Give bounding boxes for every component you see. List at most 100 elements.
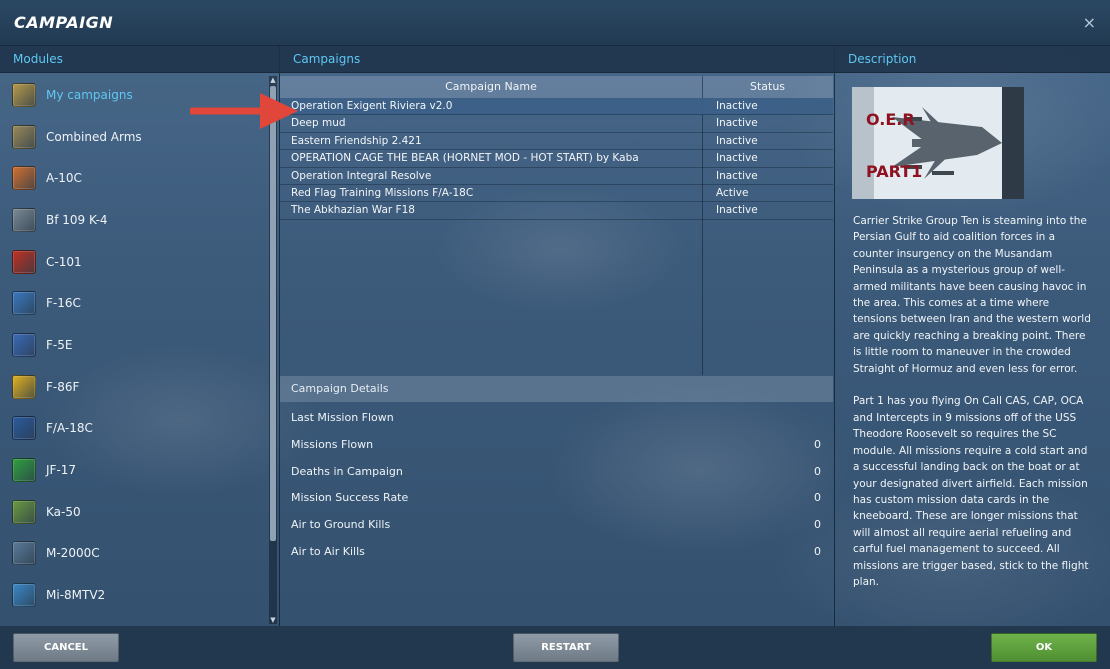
module-label: Bf 109 K-4 <box>46 212 108 227</box>
module-label: A-10C <box>46 171 82 186</box>
restart-button[interactable]: RESTART <box>513 633 619 662</box>
jet-image: O.E.R PART1 <box>852 87 1024 199</box>
modules-list: My campaigns Combined Arms A-10C Bf 109 K-4… <box>0 74 268 626</box>
a10c-icon <box>12 166 36 191</box>
module-label: M-2000C <box>46 546 100 561</box>
description-header: Description <box>835 46 1110 73</box>
fa18c-icon <box>12 416 36 441</box>
campaign-details-header: Campaign Details <box>280 376 833 402</box>
detail-label: Deaths in Campaign <box>291 464 403 478</box>
campaign-row[interactable]: Red Flag Training Missions F/A-18C Active <box>280 185 833 203</box>
module-label: F-86F <box>46 379 80 394</box>
column-header-campaign-name[interactable]: Campaign Name <box>280 76 702 98</box>
detail-label: Air to Air Kills <box>291 545 365 558</box>
campaign-row[interactable]: Operation Exigent Riviera v2.0 Inactive <box>280 98 833 116</box>
module-label: Combined Arms <box>46 129 142 144</box>
campaign-status: Inactive <box>716 100 758 112</box>
module-item[interactable]: Ka-50 <box>0 491 268 533</box>
module-item[interactable]: M-2000C <box>0 533 268 575</box>
module-item[interactable]: JF-17 <box>0 449 268 491</box>
f86f-icon <box>12 374 36 399</box>
campaign-name: OPERATION CAGE THE BEAR (HORNET MOD - HO… <box>291 152 639 165</box>
module-label: Mi-8MTV2 <box>46 588 106 603</box>
module-item[interactable]: F/A-18C <box>0 408 268 450</box>
campaign-status: Inactive <box>716 134 758 147</box>
module-label: JF-17 <box>46 463 77 478</box>
campaign-name: Eastern Friendship 2.421 <box>291 134 422 147</box>
ka50-icon <box>12 499 36 524</box>
scroll-thumb[interactable] <box>270 86 276 541</box>
campaign-detail-row: Air to Ground Kills 0 <box>280 512 833 538</box>
module-item[interactable]: Mi-8MTV2 <box>0 574 268 616</box>
detail-label: Air to Ground Kills <box>291 518 391 532</box>
column-header-status[interactable]: Status <box>702 76 833 98</box>
column-divider <box>834 46 835 626</box>
window-title: CAMPAIGN <box>14 13 114 32</box>
campaign-status: Inactive <box>716 117 758 130</box>
modules-scrollbar[interactable]: ▲ ▼ <box>269 76 277 624</box>
bf109-icon <box>12 207 36 232</box>
campaign-detail-row: Air to Air Kills 0 <box>280 539 833 565</box>
f5e-icon <box>12 332 36 357</box>
scroll-up-icon[interactable]: ▲ <box>269 76 277 84</box>
ok-button[interactable]: OK <box>991 633 1097 662</box>
cancel-button[interactable]: CANCEL <box>13 633 119 662</box>
campaign-row[interactable]: Deep mud Inactive <box>280 115 833 133</box>
my-campaigns-icon <box>12 82 36 107</box>
annotation-arrow-icon <box>190 93 298 129</box>
campaign-detail-row: Missions Flown 0 <box>280 432 833 458</box>
campaign-status: Active <box>716 186 749 199</box>
modules-header: Modules <box>0 46 279 73</box>
module-label: C-101 <box>46 254 82 269</box>
detail-label: Mission Success Rate <box>291 491 409 505</box>
description-text: Carrier Strike Group Ten is steaming int… <box>853 213 1093 590</box>
detail-value: 0 <box>814 491 821 505</box>
campaign-row[interactable]: Operation Integral Resolve Inactive <box>280 168 833 185</box>
image-part-text: PART1 <box>866 162 922 181</box>
detail-label: Missions Flown <box>291 437 374 451</box>
campaign-status: Inactive <box>716 169 758 182</box>
scroll-down-icon[interactable]: ▼ <box>269 616 277 624</box>
campaigns-table-header: Campaign Name Status <box>280 76 833 98</box>
detail-value: 0 <box>814 464 821 478</box>
campaign-status: Inactive <box>716 204 758 217</box>
module-label: Ka-50 <box>46 504 81 519</box>
detail-value: 0 <box>814 545 821 558</box>
description-paragraph-1: Carrier Strike Group Ten is steaming int… <box>853 215 1095 375</box>
mi8-icon <box>12 583 36 608</box>
campaign-image: O.E.R PART1 <box>852 87 1024 199</box>
m2000c-icon <box>12 541 36 566</box>
campaign-detail-row: Last Mission Flown <box>280 405 833 431</box>
campaign-name: Red Flag Training Missions F/A-18C <box>291 186 474 199</box>
detail-value: 0 <box>814 518 821 532</box>
image-title-text: O.E.R <box>866 110 915 129</box>
campaign-name: Operation Exigent Riviera v2.0 <box>291 100 453 112</box>
campaigns-header: Campaigns <box>280 46 834 73</box>
module-label: F/A-18C <box>46 421 93 436</box>
combined-arms-icon <box>12 124 36 149</box>
detail-label: Last Mission Flown <box>291 411 394 424</box>
campaign-name: The Abkhazian War F18 <box>291 204 415 217</box>
module-label: My campaigns <box>46 87 133 102</box>
close-icon[interactable]: × <box>1083 13 1096 32</box>
module-label: F-5E <box>46 337 73 352</box>
module-item[interactable]: C-101 <box>0 241 268 283</box>
campaign-row[interactable]: Eastern Friendship 2.421 Inactive <box>280 133 833 151</box>
description-paragraph-2: Part 1 has you flying On Call CAS, CAP, … <box>853 395 1092 588</box>
campaign-detail-row: Deaths in Campaign 0 <box>280 459 833 485</box>
f16c-icon <box>12 291 36 316</box>
module-item[interactable]: A-10C <box>0 157 268 199</box>
campaign-row[interactable]: The Abkhazian War F18 Inactive <box>280 202 833 220</box>
campaign-row[interactable]: OPERATION CAGE THE BEAR (HORNET MOD - HO… <box>280 150 833 168</box>
campaigns-table: Operation Exigent Riviera v2.0 Inactive De… <box>280 98 833 374</box>
c101-icon <box>12 249 36 274</box>
campaign-name: Deep mud <box>291 117 346 130</box>
module-item[interactable]: F-86F <box>0 366 268 408</box>
jf17-icon <box>12 458 36 483</box>
module-item[interactable]: Bf 109 K-4 <box>0 199 268 241</box>
module-item[interactable]: F-5E <box>0 324 268 366</box>
campaign-detail-row: Mission Success Rate 0 <box>280 485 833 511</box>
detail-value: 0 <box>814 437 821 451</box>
title-bar: CAMPAIGN × <box>0 0 1110 46</box>
module-item[interactable]: F-16C <box>0 282 268 324</box>
